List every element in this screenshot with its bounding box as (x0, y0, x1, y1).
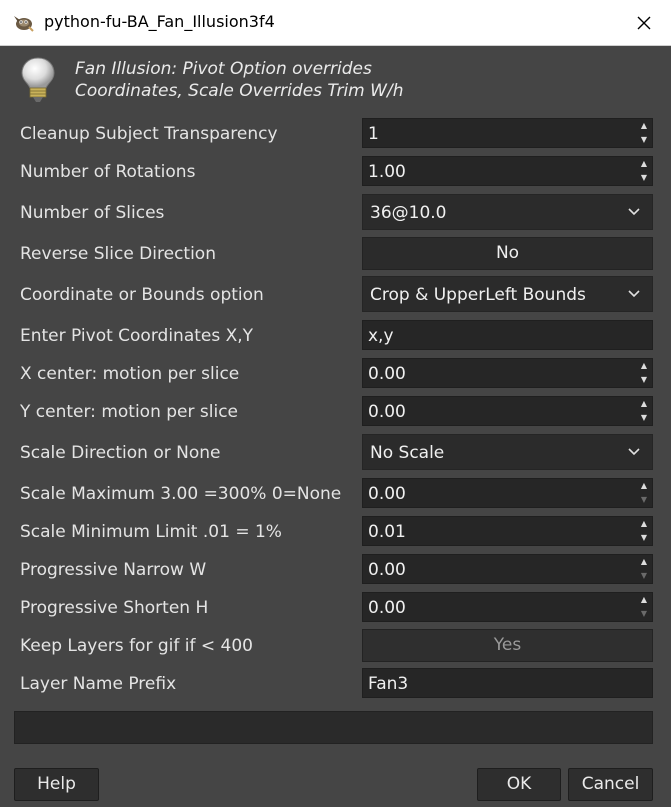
title-bar: python-fu-BA_Fan_Illusion3f4 (0, 0, 671, 46)
scale-dir-value: No Scale (370, 443, 445, 463)
reverse-label: Reverse Slice Direction (20, 244, 216, 264)
rotations-spin-buttons: ▲ ▼ (636, 157, 652, 185)
shorten-h-label: Progressive Shorten H (20, 598, 209, 618)
narrow-w-value: 0.00 (368, 560, 406, 580)
dialog-description: Fan Illusion: Pivot Option overrides Coo… (75, 58, 403, 102)
pivot-input[interactable]: x,y (362, 320, 653, 350)
scale-dir-dropdown[interactable]: No Scale (362, 434, 653, 470)
rotations-label: Number of Rotations (20, 162, 196, 182)
prefix-input[interactable]: Fan3 (362, 668, 653, 698)
prefix-value: Fan3 (368, 674, 409, 694)
chevron-down-icon (628, 448, 640, 456)
help-button[interactable]: Help (14, 768, 99, 801)
ycenter-spinbox[interactable]: 0.00 ▲ ▼ (362, 396, 653, 426)
xcenter-value: 0.00 (368, 364, 406, 384)
chevron-down-icon (628, 208, 640, 216)
lightbulb-icon (21, 57, 55, 102)
decrement-icon[interactable]: ▼ (636, 411, 652, 425)
rotations-spinbox[interactable]: 1.00 ▲ ▼ (362, 156, 653, 186)
prefix-label: Layer Name Prefix (20, 674, 177, 694)
increment-icon[interactable]: ▲ (636, 593, 652, 607)
keep-layers-toggle[interactable]: Yes (362, 629, 653, 662)
gimp-icon (14, 16, 34, 32)
decrement-icon[interactable]: ▼ (636, 133, 652, 147)
slices-label: Number of Slices (20, 203, 165, 223)
cleanup-label: Cleanup Subject Transparency (20, 124, 278, 144)
keep-layers-label: Keep Layers for gif if < 400 (20, 636, 253, 656)
description-line-1: Fan Illusion: Pivot Option overrides (75, 59, 372, 79)
xcenter-label: X center: motion per slice (20, 364, 240, 384)
shorten-h-spin-buttons: ▲ ▼ (636, 593, 652, 621)
window-title: python-fu-BA_Fan_Illusion3f4 (44, 12, 275, 31)
shorten-h-spinbox[interactable]: 0.00 ▲ ▼ (362, 592, 653, 622)
reverse-toggle[interactable]: No (362, 237, 653, 270)
decrement-icon[interactable]: ▼ (636, 171, 652, 185)
coord-option-value: Crop & UpperLeft Bounds (370, 285, 586, 305)
scale-max-spinbox[interactable]: 0.00 ▲ ▼ (362, 478, 653, 508)
scale-dir-label: Scale Direction or None (20, 443, 221, 463)
decrement-icon[interactable]: ▼ (636, 607, 652, 621)
slices-dropdown[interactable]: 36@10.0 (362, 194, 653, 230)
scale-max-value: 0.00 (368, 484, 406, 504)
increment-icon[interactable]: ▲ (636, 359, 652, 373)
decrement-icon[interactable]: ▼ (636, 493, 652, 507)
decrement-icon[interactable]: ▼ (636, 569, 652, 583)
narrow-w-spinbox[interactable]: 0.00 ▲ ▼ (362, 554, 653, 584)
narrow-w-label: Progressive Narrow W (20, 560, 207, 580)
increment-icon[interactable]: ▲ (636, 157, 652, 171)
chevron-down-icon (628, 290, 640, 298)
cancel-button[interactable]: Cancel (568, 768, 653, 801)
decrement-icon[interactable]: ▼ (636, 373, 652, 387)
xcenter-spin-buttons: ▲ ▼ (636, 359, 652, 387)
slices-value: 36@10.0 (370, 203, 447, 223)
scale-min-label: Scale Minimum Limit .01 = 1% (20, 522, 282, 542)
scale-min-spinbox[interactable]: 0.01 ▲ ▼ (362, 516, 653, 546)
close-button[interactable] (617, 0, 671, 45)
cleanup-spinbox[interactable]: 1 ▲ ▼ (362, 118, 653, 148)
progress-bar (14, 711, 653, 744)
ycenter-spin-buttons: ▲ ▼ (636, 397, 652, 425)
increment-icon[interactable]: ▲ (636, 397, 652, 411)
pivot-label: Enter Pivot Coordinates X,Y (20, 326, 254, 346)
ycenter-label: Y center: motion per slice (20, 402, 238, 422)
increment-icon[interactable]: ▲ (636, 479, 652, 493)
coord-option-label: Coordinate or Bounds option (20, 285, 264, 305)
description-line-2: Coordinates, Scale Overrides Trim W/h (75, 81, 404, 101)
increment-icon[interactable]: ▲ (636, 119, 652, 133)
narrow-w-spin-buttons: ▲ ▼ (636, 555, 652, 583)
increment-icon[interactable]: ▲ (636, 555, 652, 569)
scale-max-label: Scale Maximum 3.00 =300% 0=None (20, 484, 342, 504)
scale-max-spin-buttons: ▲ ▼ (636, 479, 652, 507)
ok-button[interactable]: OK (477, 768, 561, 801)
shorten-h-value: 0.00 (368, 598, 406, 618)
close-icon (637, 16, 651, 29)
ycenter-value: 0.00 (368, 402, 406, 422)
decrement-icon[interactable]: ▼ (636, 531, 652, 545)
coord-option-dropdown[interactable]: Crop & UpperLeft Bounds (362, 276, 653, 312)
xcenter-spinbox[interactable]: 0.00 ▲ ▼ (362, 358, 653, 388)
scale-min-value: 0.01 (368, 522, 406, 542)
rotations-value: 1.00 (368, 162, 406, 182)
pivot-value: x,y (368, 326, 394, 346)
cleanup-spin-buttons: ▲ ▼ (636, 119, 652, 147)
increment-icon[interactable]: ▲ (636, 517, 652, 531)
scale-min-spin-buttons: ▲ ▼ (636, 517, 652, 545)
cleanup-value: 1 (368, 124, 379, 144)
